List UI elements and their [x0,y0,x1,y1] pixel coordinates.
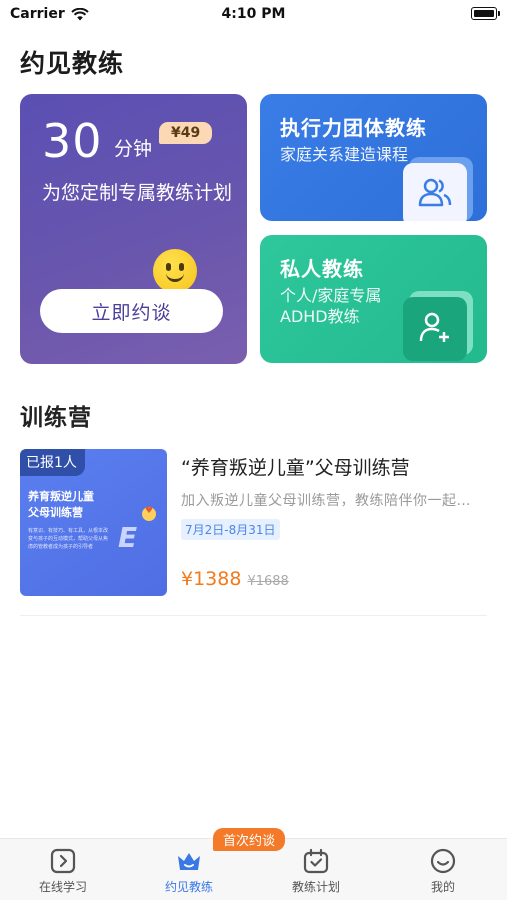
calendar-icon [303,848,329,874]
battery-icon [471,7,500,20]
tab-label: 在线学习 [38,880,87,894]
camp-date: 7月2日-8月31日 [181,519,280,540]
heart-icon [142,506,156,521]
tab-label: 教练计划 [291,880,340,894]
status-bar: Carrier 4:10 PM [0,0,507,30]
status-time: 4:10 PM [221,6,286,22]
camp-price-group: ¥1388 ¥1688 [181,568,289,590]
camp-thumbnail: 已报1人 养育叛逆儿童 父母训练营 有意识、有技巧、有工具，从根本改变与孩子的互… [20,449,167,596]
tab-label: 约见教练 [164,880,213,894]
add-user-icon [403,297,467,361]
thumb-title: 养育叛逆儿童 父母训练营 [28,490,94,519]
camp-list-item[interactable]: 已报1人 养育叛逆儿童 父母训练营 有意识、有技巧、有工具，从根本改变与孩子的互… [20,449,487,599]
consult-card[interactable]: 30 分钟 ¥49 为您定制专属教练计划 立即约谈 [20,94,247,364]
group-icon [403,163,467,221]
camp-title: “养育叛逆儿童”父母训练营 [181,457,410,479]
camp-desc: 加入叛逆儿童父母训练营，教练陪伴你一起… [181,493,471,509]
tab-online-learning[interactable]: 在线学习 [0,839,126,900]
crown-icon [178,853,200,870]
smile-icon [430,848,456,874]
consult-unit: 分钟 [114,138,153,160]
tab-label: 我的 [430,880,455,894]
enrolled-badge: 已报1人 [20,449,85,476]
camp-original-price: ¥1688 [247,574,289,589]
private-coach-subtitle: 个人/家庭专属ADHD教练 [280,286,382,326]
camp-section-title: 训练营 [20,405,92,431]
consult-minutes: 30 [42,114,103,168]
consult-price-tag: ¥49 [159,122,213,144]
team-coach-title: 执行力团体教练 [280,116,427,140]
divider [20,615,487,616]
camp-price: ¥1388 [181,568,242,590]
smiley-icon [153,249,197,293]
tab-mine[interactable]: 我的 [380,839,506,900]
book-now-button[interactable]: 立即约谈 [40,289,223,333]
private-coach-title: 私人教练 [280,257,364,281]
play-icon [50,848,76,874]
page-title: 约见教练 [20,49,125,78]
team-coach-card[interactable]: 执行力团体教练 家庭关系建造课程 [260,94,487,221]
team-coach-subtitle: 家庭关系建造课程 [280,145,409,164]
consult-desc: 为您定制专属教练计划 [42,182,233,204]
first-consult-badge: 首次约谈 [213,828,286,851]
thumb-small-text: 有意识、有技巧、有工具，从根本改变与孩子的互动模式，帮助父母从焦虑的管教者成为孩… [28,528,109,550]
camp-info: “养育叛逆儿童”父母训练营 加入叛逆儿童父母训练营，教练陪伴你一起… 7月2日-… [181,449,487,596]
logo-mark-icon: E [118,521,138,554]
private-coach-card[interactable]: 私人教练 个人/家庭专属ADHD教练 [260,235,487,363]
